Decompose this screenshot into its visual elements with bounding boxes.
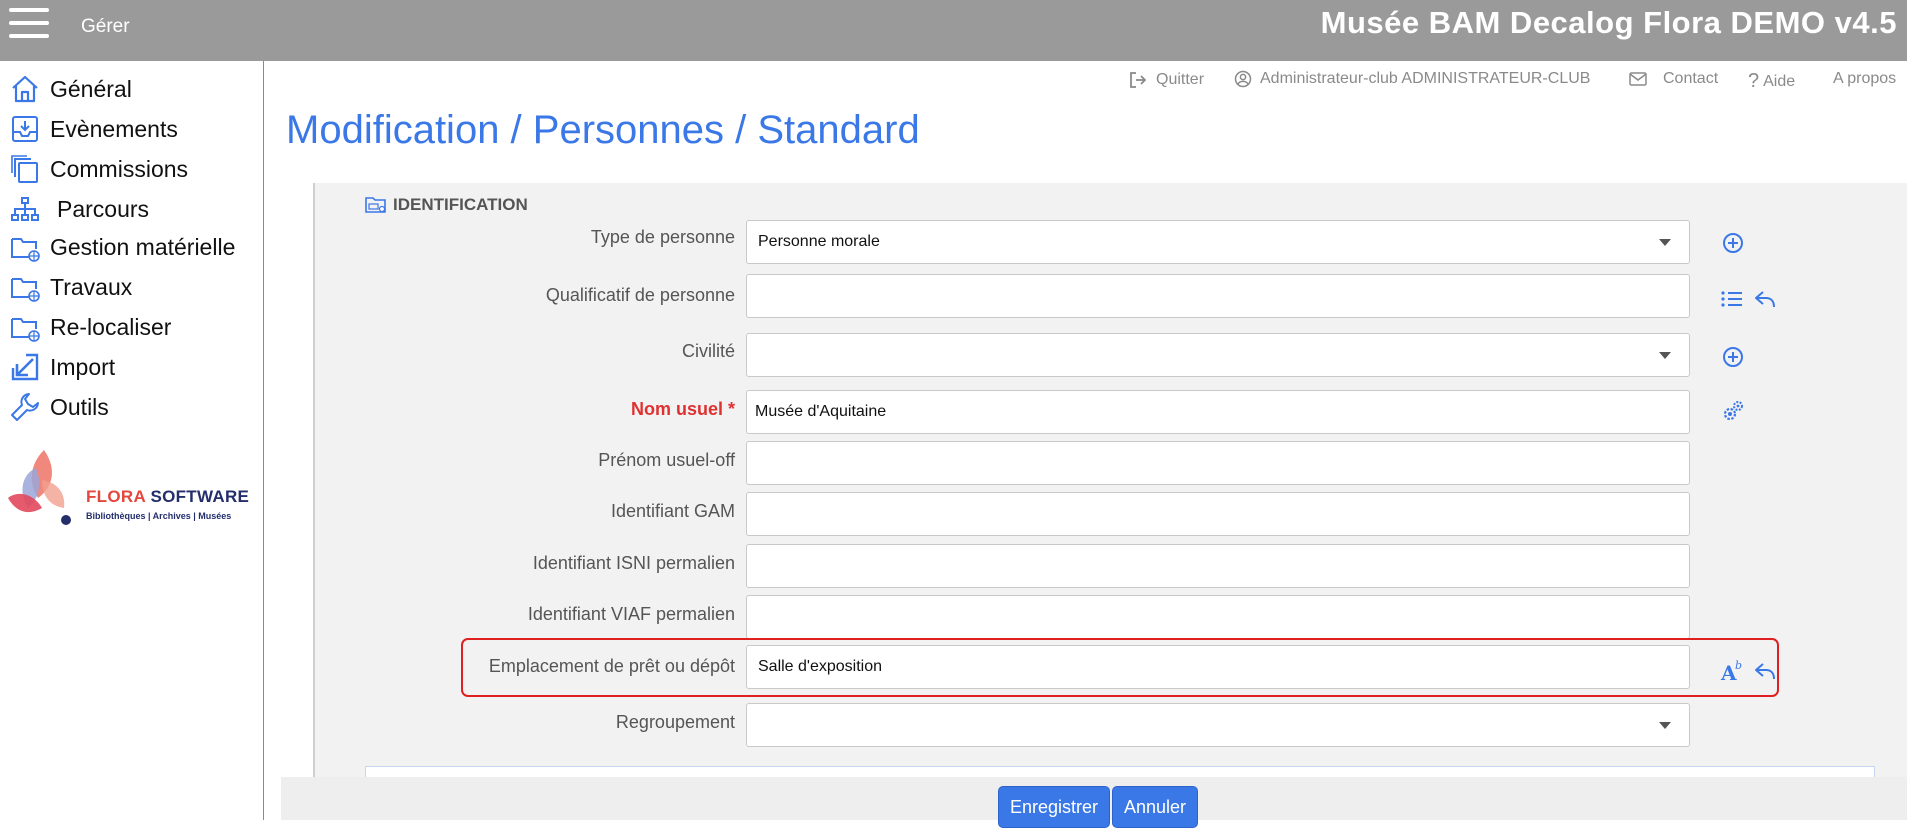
- undo-icon[interactable]: [1752, 658, 1778, 684]
- sidebar-item-gestion-materielle[interactable]: Gestion matérielle: [9, 229, 259, 265]
- quit-label: Quitter: [1156, 71, 1205, 88]
- folder-globe-icon: [11, 238, 40, 262]
- import-arrow-icon: [11, 353, 39, 381]
- sidebar-item-label: Re-localiser: [50, 313, 172, 340]
- svg-text:b: b: [1735, 659, 1742, 672]
- logo-brand-text: FLORA SOFTWARE: [86, 487, 250, 506]
- text-format-icon[interactable]: Ab: [1720, 658, 1746, 684]
- sidebar-item-evenements[interactable]: Evènements: [9, 111, 259, 147]
- qualificatif-input[interactable]: [746, 274, 1690, 318]
- home-icon: [12, 75, 38, 103]
- logo-tagline: Bibliothèques | Archives | Musées: [86, 511, 232, 521]
- copy-stack-icon: [11, 155, 38, 183]
- chevron-down-icon: [1659, 239, 1671, 246]
- identifiant-isni-input[interactable]: [746, 544, 1690, 588]
- section-title: IDENTIFICATION: [393, 195, 528, 214]
- hamburger-menu-icon[interactable]: [9, 8, 51, 40]
- contact-link[interactable]: Contact: [1629, 70, 1718, 88]
- add-circle-icon[interactable]: [1720, 230, 1746, 256]
- folder-globe-icon: [11, 278, 40, 302]
- sidebar-item-re-localiser[interactable]: Re-localiser: [9, 309, 259, 345]
- type-personne-select[interactable]: Personne morale: [746, 220, 1690, 264]
- flora-petal-icon: [8, 450, 71, 525]
- regroupement-label: Regroupement: [615, 712, 735, 732]
- sidebar-item-label: Evènements: [50, 115, 178, 142]
- sidebar-item-parcours[interactable]: Parcours: [9, 191, 259, 227]
- sitemap-icon: [11, 197, 39, 221]
- emplacement-value: Salle d'exposition: [758, 658, 883, 675]
- qualificatif-label: Qualificatif de personne: [545, 285, 735, 305]
- section-header: IDENTIFICATION: [365, 195, 528, 215]
- gears-icon[interactable]: [1720, 398, 1746, 424]
- flora-software-logo: FLORA SOFTWARE Bibliothèques | Archives …: [6, 448, 258, 538]
- page-title: Modification / Personnes / Standard: [286, 108, 920, 152]
- envelope-icon: [1629, 72, 1647, 86]
- nom-usuel-value: Musée d'Aquitaine: [755, 403, 887, 420]
- sidebar-item-label: Parcours: [57, 195, 150, 222]
- sidebar-item-label: Commissions: [50, 155, 189, 182]
- identifiant-gam-input[interactable]: [746, 492, 1690, 536]
- cancel-button[interactable]: Annuler: [1112, 786, 1199, 828]
- about-link[interactable]: A propos: [1833, 70, 1896, 88]
- sidebar-item-import[interactable]: Import: [9, 349, 259, 385]
- quit-link[interactable]: Quitter: [1128, 70, 1204, 90]
- add-circle-icon[interactable]: [1720, 344, 1746, 370]
- top-bar: Gérer Musée BAM Decalog Flora DEMO v4.5: [0, 0, 1907, 61]
- type-personne-label: Type de personne: [590, 227, 735, 247]
- inbox-download-icon: [12, 116, 38, 142]
- sidebar-item-outils[interactable]: Outils: [9, 389, 259, 425]
- sidebar-item-label: Travaux: [50, 273, 133, 300]
- chevron-down-icon: [1659, 722, 1671, 729]
- folder-id-icon: [365, 197, 386, 213]
- sign-out-icon: [1130, 72, 1147, 88]
- wrench-icon: [11, 393, 39, 421]
- chevron-down-icon: [1659, 352, 1671, 359]
- sidebar-item-label: Gestion matérielle: [50, 233, 236, 260]
- sidebar-item-travaux[interactable]: Travaux: [9, 269, 259, 305]
- undo-icon[interactable]: [1752, 286, 1778, 312]
- folder-globe-icon: [11, 318, 40, 342]
- app-title: Musée BAM Decalog Flora DEMO v4.5: [1320, 5, 1897, 40]
- sidebar-item-label: Outils: [50, 393, 109, 420]
- user-circle-icon: [1234, 70, 1252, 88]
- about-label: A propos: [1833, 70, 1897, 87]
- save-button[interactable]: Enregistrer: [998, 786, 1111, 828]
- identifiant-viaf-label: Identifiant VIAF permalien: [527, 604, 735, 624]
- civilite-select[interactable]: [746, 333, 1690, 377]
- user-label: Administrateur-club ADMINISTRATEUR-CLUB: [1260, 70, 1591, 87]
- user-link[interactable]: Administrateur-club ADMINISTRATEUR-CLUB: [1234, 70, 1590, 88]
- header-links: Quitter Administrateur-club ADMINISTRATE…: [1120, 70, 1900, 94]
- sidebar-item-general[interactable]: Général: [9, 71, 259, 107]
- nom-usuel-label: Nom usuel *: [630, 399, 735, 419]
- identifiant-viaf-input[interactable]: [746, 595, 1690, 639]
- sidebar-item-commissions[interactable]: Commissions: [9, 151, 259, 187]
- help-label: Aide: [1763, 72, 1796, 90]
- type-personne-value: Personne morale: [758, 233, 880, 250]
- list-icon[interactable]: [1719, 286, 1745, 312]
- sidebar-item-label: Général: [50, 75, 132, 102]
- prenom-usuel-input[interactable]: [746, 441, 1690, 485]
- sidebar-item-label: Import: [50, 353, 116, 380]
- emplacement-label: Emplacement de prêt ou dépôt: [488, 656, 735, 676]
- civilite-label: Civilité: [681, 341, 735, 361]
- manage-menu-label[interactable]: Gérer: [81, 16, 130, 38]
- regroupement-select[interactable]: [746, 703, 1690, 747]
- question-icon: ?: [1748, 70, 1760, 92]
- sidebar: Général Evènements Commissions Parcours …: [0, 61, 264, 820]
- contact-label: Contact: [1663, 70, 1719, 87]
- prenom-usuel-label: Prénom usuel-off: [598, 450, 735, 470]
- identifiant-isni-label: Identifiant ISNI permalien: [532, 553, 735, 573]
- emplacement-input[interactable]: Salle d'exposition: [746, 645, 1690, 689]
- identifiant-gam-label: Identifiant GAM: [610, 501, 735, 521]
- nom-usuel-input[interactable]: Musée d'Aquitaine: [746, 390, 1690, 434]
- help-link[interactable]: ? Aide: [1748, 70, 1795, 93]
